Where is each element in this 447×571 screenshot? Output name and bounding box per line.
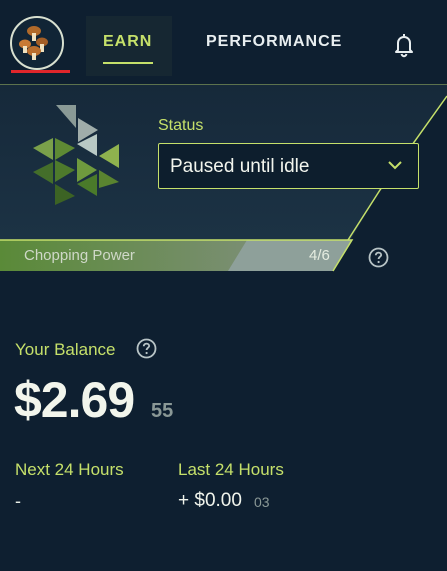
chopping-power-label: Chopping Power xyxy=(24,247,135,264)
next-24h-value: - xyxy=(15,491,21,511)
tab-earn-underline xyxy=(103,62,153,64)
last-24h-fraction: 03 xyxy=(254,494,270,510)
chopping-power-count: 4/6 xyxy=(309,247,330,264)
next-24h-label: Next 24 Hours xyxy=(15,460,124,479)
app-root: EARN PERFORMANCE Status Paused until idl… xyxy=(0,0,447,571)
mushroom-icon xyxy=(19,26,48,60)
top-nav: EARN PERFORMANCE xyxy=(0,0,447,84)
chevron-down-icon xyxy=(388,161,402,170)
last-24h-value: + $0.00 xyxy=(178,490,242,511)
status-panel-background xyxy=(0,83,447,272)
help-circle-icon[interactable] xyxy=(368,247,389,268)
status-label: Status xyxy=(158,117,204,134)
status-dropdown[interactable]: Paused until idle xyxy=(158,143,419,189)
tab-earn[interactable]: EARN xyxy=(103,33,152,51)
avatar[interactable] xyxy=(10,16,64,70)
balance-fraction: 55 xyxy=(151,400,174,422)
balance-amount: $2.69 xyxy=(14,372,135,428)
app-logo xyxy=(33,105,119,205)
last-24h-label: Last 24 Hours xyxy=(178,460,284,479)
balance-label: Your Balance xyxy=(15,340,116,359)
help-circle-icon[interactable] xyxy=(136,338,157,359)
tab-performance[interactable]: PERFORMANCE xyxy=(206,33,342,51)
bell-icon[interactable] xyxy=(392,32,416,58)
status-dropdown-value: Paused until idle xyxy=(170,156,310,177)
avatar-indicator xyxy=(11,70,70,73)
